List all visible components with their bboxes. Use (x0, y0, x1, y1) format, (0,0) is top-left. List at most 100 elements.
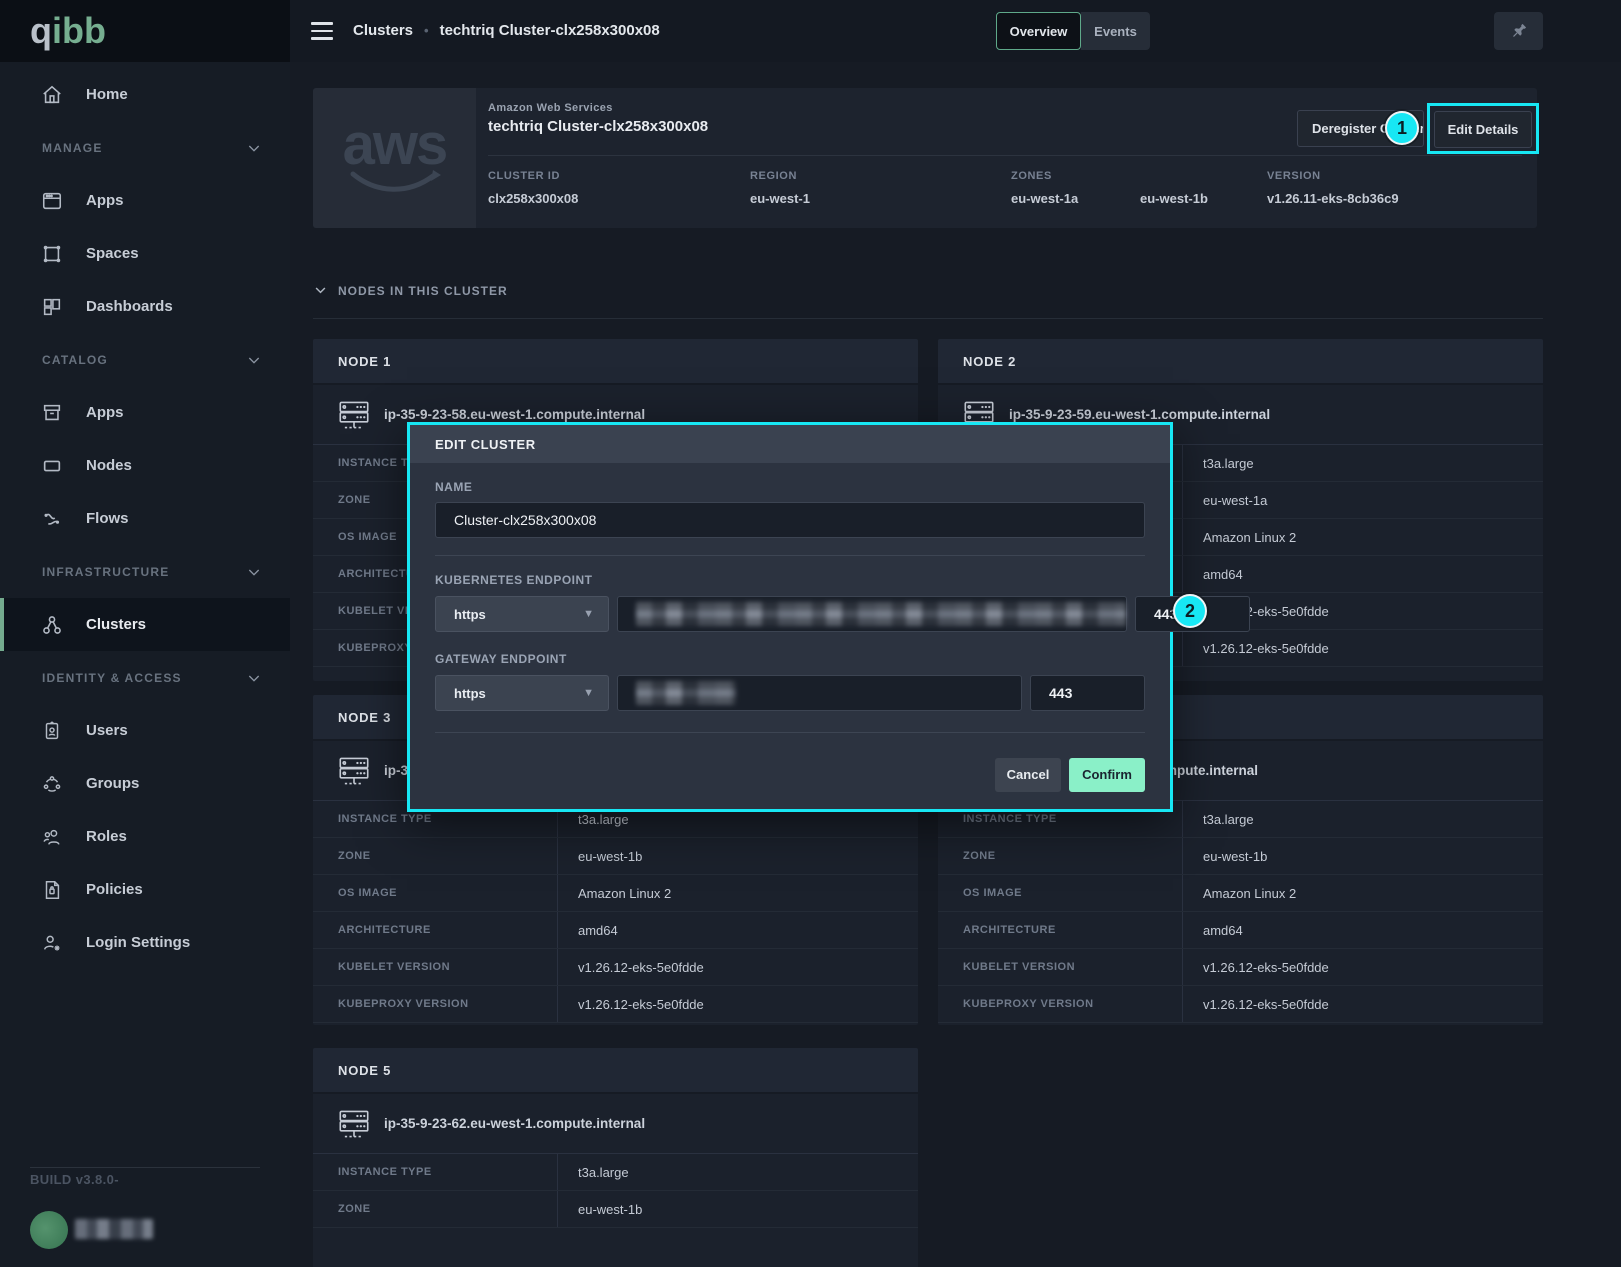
node-hostname: ip-35-9-23-59.eu-west-1.compute.internal (1009, 407, 1270, 422)
k8s-scheme-select[interactable]: https ▼ (435, 596, 609, 632)
node-row: ZONEeu-west-1b (313, 1191, 918, 1228)
sidebar-item-users[interactable]: Users (0, 704, 290, 757)
cluster-id-value: clx258x300x08 (488, 191, 578, 206)
logo-band: qibb (0, 0, 290, 62)
node-row-label: ZONE (313, 1191, 558, 1227)
redacted-k8s-endpoint (636, 602, 1126, 626)
aws-smile-icon (347, 168, 443, 194)
nodes-section-title: NODES IN THIS CLUSTER (338, 284, 508, 298)
region-label: REGION (750, 170, 797, 182)
node-row-value: v1.26.12-eks-5e0fdde (1183, 986, 1543, 1022)
avatar[interactable] (30, 1211, 68, 1249)
node-icon (40, 454, 64, 478)
sidebar-item-label: Dashboards (86, 298, 173, 315)
kubernetes-endpoint-label: KUBERNETES ENDPOINT (435, 573, 1145, 587)
server-icon (338, 399, 370, 431)
sidebar-item-groups[interactable]: Groups (0, 757, 290, 810)
sidebar-item-label: Groups (86, 775, 139, 792)
node-row: ZONEeu-west-1b (938, 838, 1543, 875)
node-hostname: mpute.internal (1165, 763, 1258, 778)
tab-overview[interactable]: Overview (996, 12, 1081, 50)
zones-label: ZONES (1011, 170, 1052, 182)
sidebar-item-spaces[interactable]: Spaces (0, 227, 290, 280)
breadcrumb: Clusters • techtriq Cluster-clx258x300x0… (353, 22, 660, 39)
cancel-button[interactable]: Cancel (995, 758, 1061, 792)
sidebar-item-label: Roles (86, 828, 127, 845)
aws-logo: aws (313, 88, 476, 228)
sidebar-item-apps-catalog[interactable]: Apps (0, 386, 290, 439)
annotation-badge-2: 2 (1173, 594, 1207, 628)
sidebar-item-clusters[interactable]: Clusters (0, 598, 290, 651)
view-tabs: Overview Events (996, 12, 1150, 50)
node-row: OS IMAGEAmazon Linux 2 (313, 875, 918, 912)
modal-divider (435, 555, 1145, 556)
sidebar-item-roles[interactable]: Roles (0, 810, 290, 863)
sidebar-item-nodes[interactable]: Nodes (0, 439, 290, 492)
flow-icon (40, 507, 64, 531)
chevron-down-icon: ▼ (583, 687, 594, 699)
sidebar-item-flows[interactable]: Flows (0, 492, 290, 545)
sidebar-item-label: Spaces (86, 245, 139, 262)
node-row-label: KUBELET VERSION (938, 949, 1183, 985)
node-table: INSTANCE TYPEt3a.largeZONEeu-west-1b (313, 1153, 918, 1228)
sidebar-section-infrastructure[interactable]: INFRASTRUCTURE (0, 545, 290, 598)
provider-label: Amazon Web Services (488, 102, 613, 114)
edit-details-button[interactable]: Edit Details (1434, 111, 1532, 148)
node-row-value: t3a.large (558, 1154, 918, 1190)
node-row-value: amd64 (1183, 912, 1543, 948)
cluster-name-input[interactable] (435, 502, 1145, 538)
sidebar-item-apps-manage[interactable]: Apps (0, 174, 290, 227)
gateway-port-input[interactable] (1030, 675, 1145, 711)
sidebar-section-catalog[interactable]: CATALOG (0, 333, 290, 386)
gateway-endpoint-label: GATEWAY ENDPOINT (435, 652, 1145, 666)
node-card: NODE 5 ip-35-9-23-62.eu-west-1.compute.i… (313, 1048, 918, 1267)
node-row-label: ARCHITECTURE (313, 912, 558, 948)
sidebar-item-login-settings[interactable]: Login Settings (0, 916, 290, 969)
pin-icon (1509, 21, 1529, 41)
node-row-value: v1.26.12-eks-5e0fdde (1183, 949, 1543, 985)
nodes-section-toggle[interactable]: NODES IN THIS CLUSTER (313, 283, 508, 298)
node-row-value: t3a.large (1183, 801, 1543, 837)
sidebar-item-dashboards[interactable]: Dashboards (0, 280, 290, 333)
build-version: BUILD v3.8.0- (30, 1172, 119, 1187)
home-icon (40, 83, 64, 107)
node-row: ARCHITECTUREamd64 (313, 912, 918, 949)
node-row-label: OS IMAGE (938, 875, 1183, 911)
sidebar-item-label: Apps (86, 404, 124, 421)
sidebar-item-home[interactable]: Home (0, 68, 290, 121)
user-card-icon (40, 719, 64, 743)
node-row-label: OS IMAGE (313, 875, 558, 911)
confirm-button[interactable]: Confirm (1069, 758, 1145, 792)
sidebar-nav: Home MANAGE Apps Spaces (0, 62, 290, 969)
node-row-label: ZONE (938, 838, 1183, 874)
gateway-scheme-select[interactable]: https ▼ (435, 675, 609, 711)
sidebar-section-identity[interactable]: IDENTITY & ACCESS (0, 651, 290, 704)
k8s-endpoint-input[interactable] (617, 596, 1127, 632)
redacted-gateway-endpoint (636, 681, 736, 705)
sidebar-item-label: Users (86, 722, 128, 739)
sidebar-item-label: Home (86, 86, 128, 103)
node-row-label: KUBELET VERSION (313, 949, 558, 985)
sidebar-section-manage[interactable]: MANAGE (0, 121, 290, 174)
annotation-badge-1: 1 (1385, 111, 1419, 145)
tab-events[interactable]: Events (1081, 12, 1150, 50)
section-label: INFRASTRUCTURE (42, 565, 169, 579)
node-row: ARCHITECTUREamd64 (938, 912, 1543, 949)
sidebar-item-policies[interactable]: Policies (0, 863, 290, 916)
sidebar-item-label: Apps (86, 192, 124, 209)
node-row: KUBELET VERSIONv1.26.12-eks-5e0fdde (313, 949, 918, 986)
node-table: INSTANCE TYPEt3a.largeZONEeu-west-1bOS I… (313, 800, 918, 1023)
hamburger-menu-icon[interactable] (311, 22, 333, 40)
node-host-row: ip-35-9-23-62.eu-west-1.compute.internal (313, 1094, 918, 1153)
qibb-logo[interactable]: qibb (30, 13, 106, 49)
logo-ibb: ibb (52, 10, 106, 51)
gateway-endpoint-row: https ▼ (435, 675, 1145, 711)
node-row-label: ARCHITECTURE (938, 912, 1183, 948)
pin-button[interactable] (1494, 12, 1543, 50)
logo-q: q (30, 10, 52, 51)
breadcrumb-section[interactable]: Clusters (353, 22, 413, 39)
gateway-scheme-value: https (454, 686, 486, 701)
node-row: ZONEeu-west-1b (313, 838, 918, 875)
gateway-endpoint-input[interactable] (617, 675, 1022, 711)
k8s-scheme-value: https (454, 607, 486, 622)
